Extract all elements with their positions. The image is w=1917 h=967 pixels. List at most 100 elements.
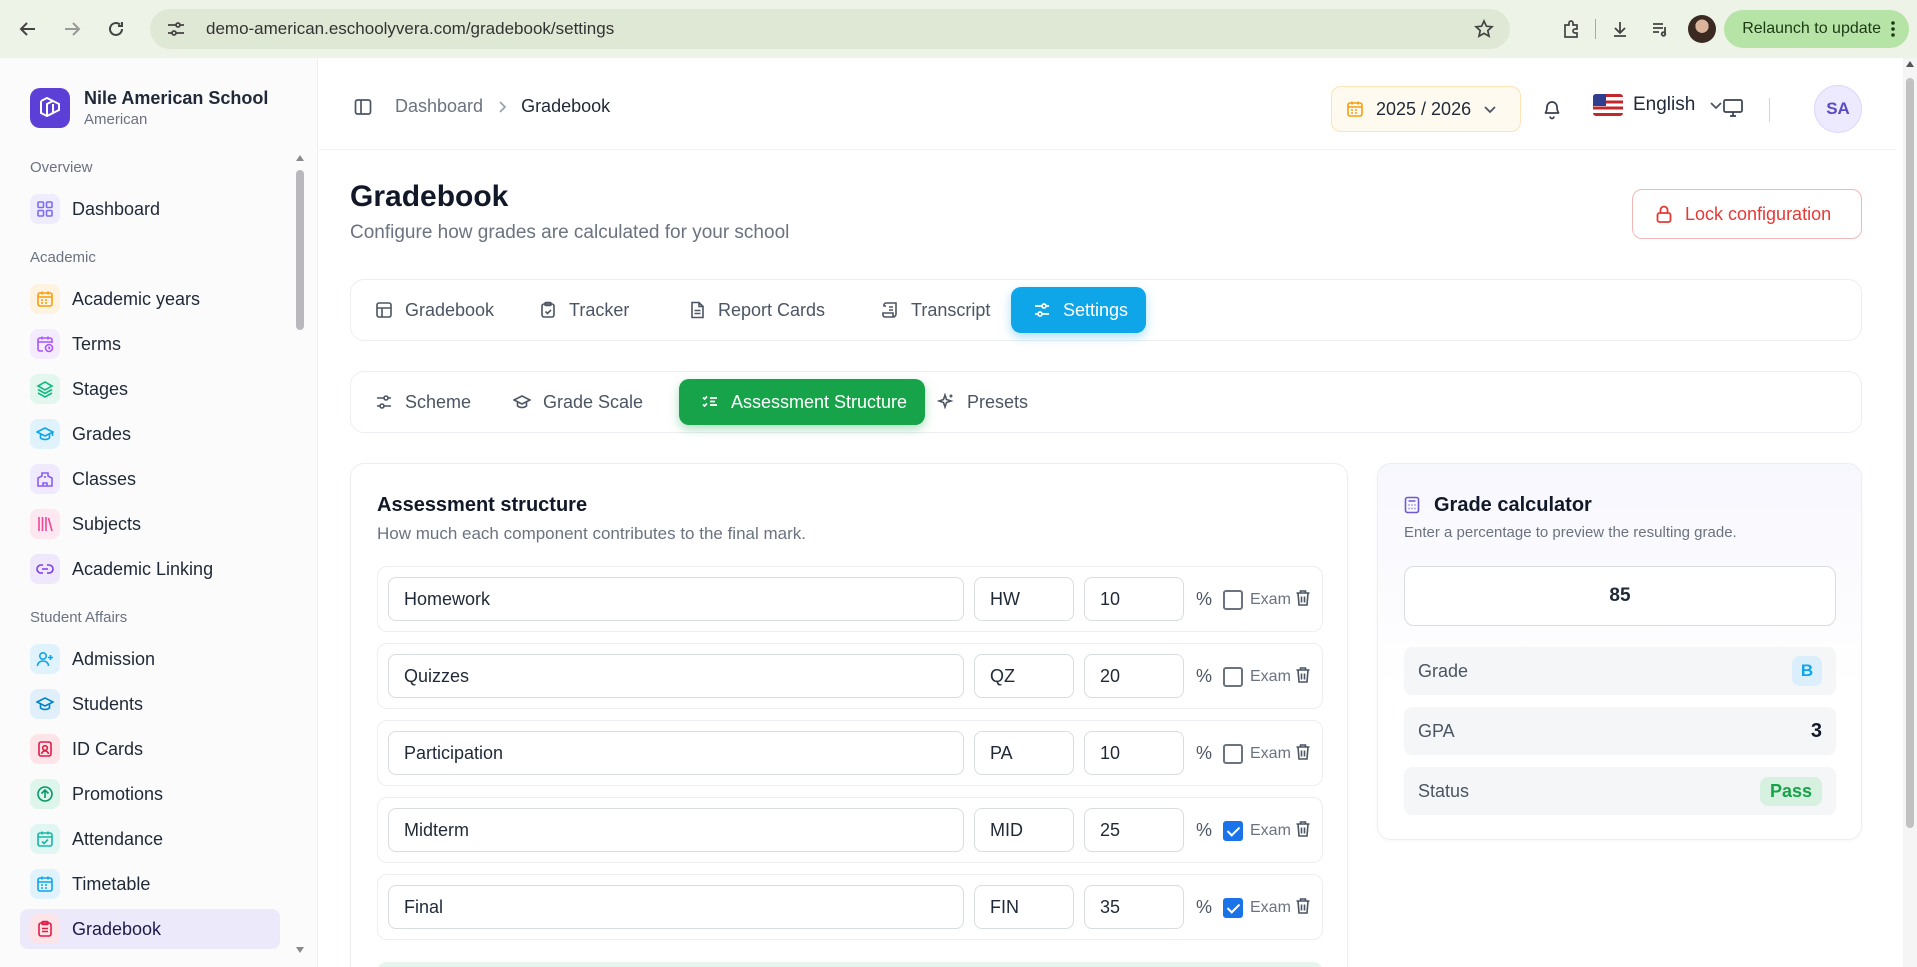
bell-icon[interactable] <box>1542 98 1562 120</box>
sidebar-item-label: Classes <box>72 468 137 489</box>
sidebar-scrollbar[interactable] <box>294 154 306 954</box>
language-select[interactable]: English <box>1593 94 1723 116</box>
site-info-icon[interactable] <box>166 20 188 38</box>
tab-presets[interactable]: Presets <box>915 379 1046 425</box>
tab-label: Presets <box>967 391 1029 412</box>
trash-icon[interactable] <box>1295 743 1311 761</box>
tab-label: Report Cards <box>718 299 826 320</box>
component-code-input[interactable]: MID <box>974 808 1074 852</box>
exam-checkbox[interactable] <box>1223 821 1243 841</box>
relaunch-button[interactable]: Relaunch to update <box>1724 10 1909 48</box>
tab-label: Assessment Structure <box>731 391 908 412</box>
tab-transcript[interactable]: Transcript <box>859 287 1008 333</box>
status-label: Status <box>1418 780 1470 801</box>
download-icon[interactable] <box>1600 9 1640 49</box>
percent-symbol: % <box>1196 820 1213 840</box>
percent-symbol: % <box>1196 897 1213 917</box>
component-weight-input[interactable]: 10 <box>1084 731 1184 775</box>
chevron-down-icon <box>1483 104 1497 114</box>
sidebar-item-terms[interactable]: Terms <box>20 324 280 364</box>
gpa-value: 3 <box>1810 719 1822 742</box>
tab-gradebook[interactable]: Gradebook <box>353 287 512 333</box>
address-bar[interactable]: demo-american.eschoolyvera.com/gradebook… <box>150 9 1510 49</box>
sidebar-item-classes[interactable]: Classes <box>20 459 280 499</box>
assessment-structure-card: Assessment structure How much each compo… <box>350 463 1348 967</box>
exam-checkbox[interactable] <box>1223 667 1243 687</box>
forward-icon[interactable] <box>52 9 92 49</box>
bookmark-star-icon[interactable] <box>1474 19 1494 39</box>
sidebar-item-label: Academic Linking <box>72 558 214 579</box>
sidebar-item-academic-years[interactable]: Academic years <box>20 279 280 319</box>
component-weight-input[interactable]: 20 <box>1084 654 1184 698</box>
tab-settings[interactable]: Settings <box>1011 287 1147 333</box>
exam-checkbox[interactable] <box>1223 898 1243 918</box>
sidebar-item-grades[interactable]: Grades <box>20 414 280 454</box>
exam-checkbox[interactable] <box>1223 744 1243 764</box>
media-queue-icon[interactable] <box>1640 9 1680 49</box>
tab-tracker[interactable]: Tracker <box>517 287 647 333</box>
file-text-icon <box>688 301 706 319</box>
lock-configuration-button[interactable]: Lock configuration <box>1632 189 1862 239</box>
sidebar-item-subjects[interactable]: Subjects <box>20 504 280 544</box>
trash-icon[interactable] <box>1295 897 1311 915</box>
sidebar-item-id-cards[interactable]: ID Cards <box>20 729 280 769</box>
monitor-icon[interactable] <box>1722 98 1744 118</box>
sidebar-item-label: Admission <box>72 648 156 669</box>
page-scroll-thumb[interactable] <box>1906 78 1914 828</box>
component-code-input[interactable]: PA <box>974 731 1074 775</box>
sidebar-item-academic-linking[interactable]: Academic Linking <box>20 549 280 589</box>
component-name-input[interactable]: Midterm <box>388 808 964 852</box>
sidebar-item-label: Attendance <box>72 828 164 849</box>
gradebook-tabs: Gradebook Tracker Report Cards Transcrip… <box>350 279 1862 341</box>
percentage-input[interactable]: 85 <box>1404 566 1836 626</box>
academic-year-select[interactable]: 2025 / 2026 <box>1331 86 1521 132</box>
component-name-input[interactable]: Quizzes <box>388 654 964 698</box>
tab-assessment-structure[interactable]: Assessment Structure <box>679 379 926 425</box>
trash-icon[interactable] <box>1295 589 1311 607</box>
trash-icon[interactable] <box>1295 820 1311 838</box>
sidebar-item-admission[interactable]: Admission <box>20 639 280 679</box>
grid-icon <box>30 194 60 224</box>
back-icon[interactable] <box>8 9 48 49</box>
browser-toolbar: demo-american.eschoolyvera.com/gradebook… <box>0 0 1917 58</box>
page-scrollbar[interactable] <box>1903 58 1917 967</box>
component-code-input[interactable]: HW <box>974 577 1074 621</box>
exam-checkbox[interactable] <box>1223 590 1243 610</box>
component-weight-input[interactable]: 35 <box>1084 885 1184 929</box>
user-avatar[interactable]: SA <box>1814 85 1862 133</box>
sidebar-item-gradebook[interactable]: Gradebook <box>20 909 280 949</box>
tab-grade-scale[interactable]: Grade Scale <box>491 379 661 425</box>
component-name-input[interactable]: Homework <box>388 577 964 621</box>
sidebar-item-dashboard[interactable]: Dashboard <box>20 189 280 229</box>
tab-report-cards[interactable]: Report Cards <box>666 287 843 333</box>
sidebar-item-timetable[interactable]: Timetable <box>20 864 280 904</box>
exam-label: Exam <box>1250 822 1291 839</box>
profile-avatar[interactable] <box>1688 15 1717 43</box>
reload-icon[interactable] <box>96 9 136 49</box>
library-icon <box>30 509 60 539</box>
component-name-input[interactable]: Participation <box>388 731 964 775</box>
sidebar-item-stages[interactable]: Stages <box>20 369 280 409</box>
component-code-input[interactable]: QZ <box>974 654 1074 698</box>
list-checks-icon <box>701 393 719 411</box>
tab-scheme[interactable]: Scheme <box>353 379 489 425</box>
exam-label: Exam <box>1250 591 1291 608</box>
extensions-icon[interactable] <box>1551 9 1591 49</box>
sidebar-item-attendance[interactable]: Attendance <box>20 819 280 859</box>
component-weight-input[interactable]: 10 <box>1084 577 1184 621</box>
sidebar-item-label: Gradebook <box>72 918 162 939</box>
component-name-input[interactable]: Final <box>388 885 964 929</box>
sidebar-toggle-icon[interactable] <box>353 97 373 117</box>
school-icon <box>30 464 60 494</box>
sidebar-item-promotions[interactable]: Promotions <box>20 774 280 814</box>
trash-icon[interactable] <box>1295 666 1311 684</box>
relaunch-label: Relaunch to update <box>1742 20 1881 37</box>
grade-result-row: Grade B <box>1404 647 1836 695</box>
breadcrumb-dashboard[interactable]: Dashboard <box>395 96 483 117</box>
component-weight-input[interactable]: 25 <box>1084 808 1184 852</box>
sidebar-item-students[interactable]: Students <box>20 684 280 724</box>
component-code-input[interactable]: FIN <box>974 885 1074 929</box>
school-brand[interactable]: Nile American School American <box>30 88 268 128</box>
language-value: English <box>1633 94 1696 115</box>
sidebar-scroll-thumb[interactable] <box>296 170 304 330</box>
